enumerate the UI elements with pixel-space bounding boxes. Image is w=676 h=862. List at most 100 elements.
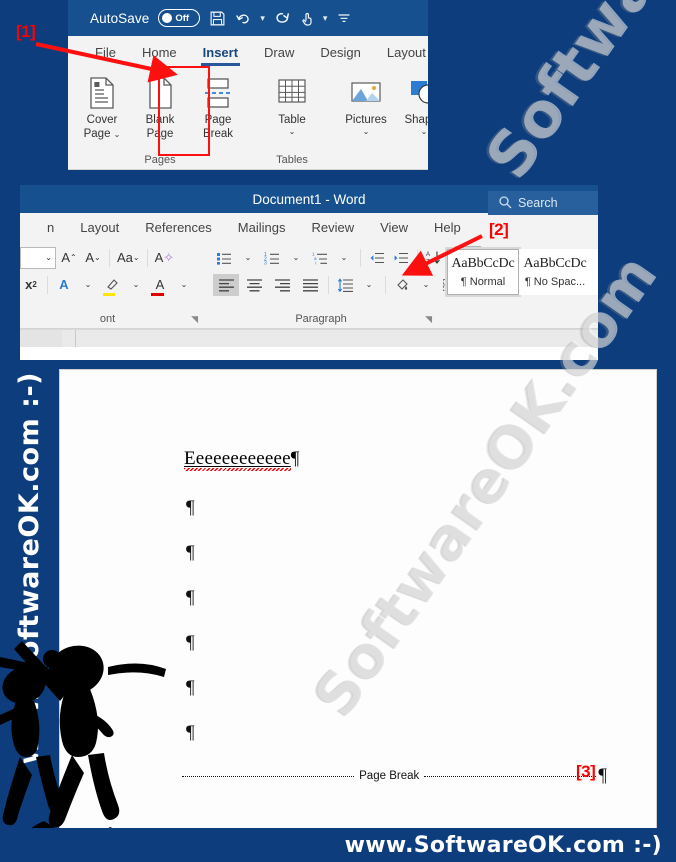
- tab-draw[interactable]: Draw: [251, 45, 307, 66]
- autosave-state-label: Off: [175, 12, 190, 24]
- ribbon-tabs-home-window: n Layout References Mailings Review View…: [20, 213, 598, 241]
- empty-paragraph-mark-6: ¶: [186, 722, 195, 743]
- svg-text:A: A: [426, 252, 430, 258]
- empty-paragraph-mark-5: ¶: [186, 677, 195, 698]
- style-heading-1[interactable]: Aa Hea: [591, 249, 598, 295]
- bullets-icon[interactable]: [213, 247, 235, 269]
- ribbon-group-styles: AaBbCcDc ¶ Normal AaBbCcDc ¶ No Spac... …: [441, 241, 598, 328]
- table-button[interactable]: Table ⌄: [264, 70, 320, 136]
- heading-pilcrow: ¶: [290, 448, 300, 469]
- tab-help[interactable]: Help: [421, 220, 474, 241]
- group-label-font: ont: [99, 313, 116, 325]
- tab-design[interactable]: Design: [307, 45, 373, 66]
- cover-page-chevron-down-icon: ⌄: [113, 129, 121, 139]
- font-row2-separator-1: [47, 275, 48, 294]
- align-left-icon[interactable]: [213, 273, 239, 296]
- align-center-icon[interactable]: [241, 274, 267, 296]
- font-color-icon[interactable]: A: [149, 274, 171, 296]
- group-label-paragraph: Paragraph: [295, 313, 347, 325]
- cover-page-button[interactable]: Cover Page ⌄: [74, 70, 130, 140]
- svg-text:Z: Z: [426, 260, 430, 266]
- tab-references[interactable]: References: [132, 220, 224, 241]
- touch-mode-chevron-down-icon[interactable]: ▾: [323, 13, 328, 24]
- clear-formatting-icon[interactable]: A ✧: [153, 247, 177, 269]
- paragraph-dialog-launcher-icon[interactable]: ◥: [425, 314, 432, 325]
- paragraph-row2-separator-1: [328, 275, 329, 294]
- tab-layout[interactable]: Layout: [374, 45, 428, 66]
- superscript-icon[interactable]: x2: [20, 274, 42, 296]
- line-spacing-chevron-down-icon[interactable]: ⌄: [358, 274, 380, 296]
- font-dialog-launcher-icon[interactable]: ◥: [191, 314, 198, 325]
- empty-paragraph-mark-1: ¶: [186, 497, 195, 518]
- watermark-sidebar-vertical: www.SoftwareOK.com :-): [14, 372, 45, 765]
- change-case-icon[interactable]: Aa ⌄: [115, 247, 142, 269]
- shapes-chevron-down-icon[interactable]: ⌄: [421, 127, 428, 136]
- style-normal-name: ¶ Normal: [460, 276, 506, 288]
- align-right-icon[interactable]: [269, 274, 295, 296]
- decrease-indent-icon[interactable]: [366, 247, 388, 269]
- shapes-button[interactable]: Shapes ⌄: [396, 70, 428, 136]
- style-normal[interactable]: AaBbCcDc ¶ Normal: [445, 247, 521, 297]
- shading-chevron-down-icon[interactable]: ⌄: [415, 274, 437, 296]
- text-effects-icon[interactable]: A: [53, 274, 75, 296]
- tab-home[interactable]: Home: [129, 45, 190, 66]
- paragraph-group-row-1: ⌄ 123 ⌄ 1ai ⌄ A Z: [213, 245, 481, 270]
- tab-partial-design[interactable]: n: [34, 220, 67, 241]
- touch-mode-icon[interactable]: [300, 10, 316, 27]
- multilevel-list-chevron-down-icon[interactable]: ⌄: [333, 247, 355, 269]
- tab-mailings[interactable]: Mailings: [225, 220, 299, 241]
- search-box[interactable]: Search: [488, 191, 598, 215]
- ribbon-insert: Cover Page ⌄ Blank Page Page Break Pages…: [68, 66, 428, 170]
- document-page[interactable]: Eeeeeeeeeeee¶ ¶ ¶ ¶ ¶ ¶ ¶ Page Break ¶: [60, 370, 656, 830]
- ruler-margin-line: [75, 330, 76, 347]
- save-icon[interactable]: [209, 10, 226, 27]
- table-chevron-down-icon[interactable]: ⌄: [289, 127, 296, 136]
- font-row1-separator-1: [109, 248, 110, 267]
- increase-indent-icon[interactable]: [390, 247, 412, 269]
- text-highlight-chevron-down-icon[interactable]: ⌄: [125, 274, 147, 296]
- justify-icon[interactable]: [297, 274, 323, 296]
- font-size-box[interactable]: ⌄: [20, 246, 56, 269]
- document-heading-line: Eeeeeeeeeeee¶: [184, 448, 300, 471]
- tab-layout[interactable]: Layout: [67, 220, 132, 241]
- numbering-icon[interactable]: 123: [261, 247, 283, 269]
- tab-insert[interactable]: Insert: [190, 45, 251, 66]
- tab-review[interactable]: Review: [298, 220, 367, 241]
- text-effects-chevron-down-icon[interactable]: ⌄: [77, 274, 99, 296]
- shapes-label: Shapes: [404, 114, 428, 126]
- shading-icon[interactable]: [391, 274, 413, 296]
- undo-chevron-down-icon[interactable]: ▾: [260, 13, 265, 24]
- line-spacing-icon[interactable]: [334, 274, 356, 296]
- pictures-chevron-down-icon[interactable]: ⌄: [363, 127, 370, 136]
- ribbon-group-paragraph: ⌄ 123 ⌄ 1ai ⌄ A Z ⌄ ⌄ Paragraph ◥: [207, 241, 481, 328]
- font-row1-separator-2: [146, 248, 148, 267]
- grow-font-icon[interactable]: A ⌃: [58, 247, 80, 269]
- bullets-chevron-down-icon[interactable]: ⌄: [237, 247, 259, 269]
- paragraph-row1-separator-2: [417, 248, 418, 267]
- empty-paragraph-mark-4: ¶: [186, 632, 195, 653]
- undo-icon[interactable]: [235, 10, 253, 27]
- numbering-chevron-down-icon[interactable]: ⌄: [285, 247, 307, 269]
- tab-file[interactable]: File: [82, 45, 129, 66]
- shrink-font-icon[interactable]: A ⌄: [82, 247, 104, 269]
- annotation-label-3: [3]: [576, 762, 596, 781]
- autosave-toggle[interactable]: Off: [158, 9, 201, 27]
- paragraph-row1-separator-1: [360, 248, 361, 267]
- empty-paragraph-mark-2: ¶: [186, 542, 195, 563]
- horizontal-ruler[interactable]: [20, 329, 598, 347]
- watermark-diagonal-top: SoftwareOK.com: [470, 0, 676, 192]
- style-no-spacing[interactable]: AaBbCcDc ¶ No Spac...: [519, 249, 591, 295]
- footer-banner: www.SoftwareOK.com :-): [0, 828, 676, 862]
- style-normal-sample: AaBbCcDc: [451, 256, 515, 271]
- pictures-button[interactable]: Pictures ⌄: [338, 70, 394, 136]
- multilevel-list-icon[interactable]: 1ai: [309, 247, 331, 269]
- text-highlight-icon[interactable]: [101, 274, 123, 296]
- customize-quick-access-icon[interactable]: [336, 10, 352, 26]
- font-color-chevron-down-icon[interactable]: ⌄: [173, 274, 195, 296]
- redo-icon[interactable]: [274, 10, 291, 27]
- style-no-spacing-sample: AaBbCcDc: [523, 256, 587, 271]
- tab-view[interactable]: View: [367, 220, 421, 241]
- pictures-label: Pictures: [345, 114, 387, 126]
- ribbon-group-tables: Table ⌄ Tables: [258, 66, 326, 169]
- empty-paragraph-mark-3: ¶: [186, 587, 195, 608]
